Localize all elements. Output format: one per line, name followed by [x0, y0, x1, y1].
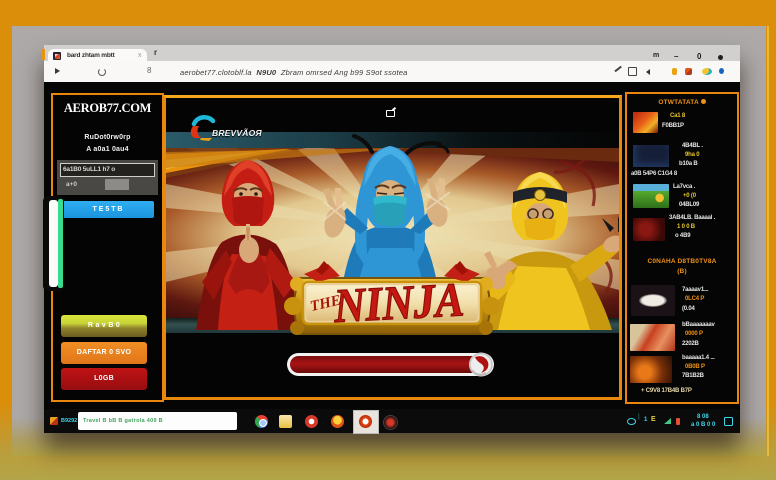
svg-text:NINJA: NINJA [332, 273, 465, 333]
